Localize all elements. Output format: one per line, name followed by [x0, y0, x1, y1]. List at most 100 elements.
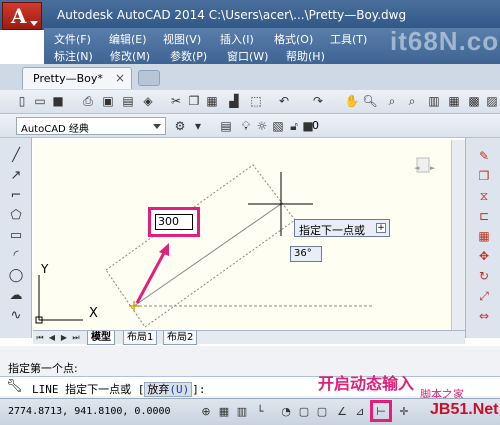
- spline-icon[interactable]: ∿: [8, 308, 24, 324]
- publish-icon[interactable]: ▤: [120, 93, 136, 109]
- offset-icon[interactable]: ⊏: [476, 208, 492, 224]
- application-menu-button[interactable]: A: [2, 2, 42, 30]
- new-tab-button[interactable]: [138, 70, 160, 86]
- tab-document-label: Pretty—Boy*: [33, 72, 103, 85]
- redo-icon[interactable]: ↷: [310, 93, 326, 109]
- rotate-icon[interactable]: ↻: [476, 268, 492, 284]
- copy-object-icon[interactable]: ❐: [476, 168, 492, 184]
- drawing-canvas[interactable]: ◄ ► Y X: [33, 140, 453, 330]
- tooltip-expand-button[interactable]: +: [376, 223, 386, 233]
- dynamic-input-button-highlight: [370, 400, 392, 422]
- zoom-window-icon[interactable]: ⌕: [384, 93, 400, 109]
- print-icon[interactable]: ⎙: [80, 93, 96, 109]
- prev-layout-icon[interactable]: ◀: [47, 332, 57, 343]
- tab-model[interactable]: 模型: [87, 331, 115, 345]
- menu-help[interactable]: 帮助(H): [286, 48, 325, 64]
- command-option-key: (U): [169, 383, 190, 396]
- current-layer[interactable]: 0: [312, 119, 319, 132]
- sheet-set-icon[interactable]: ▨: [484, 93, 500, 109]
- ucs-x-label: X: [89, 306, 98, 321]
- paste-icon[interactable]: ▦: [204, 93, 220, 109]
- snap-mode-icon[interactable]: ▦: [216, 404, 232, 420]
- block-editor-icon[interactable]: ⬚: [248, 93, 264, 109]
- open-file-icon[interactable]: ▭: [32, 93, 48, 109]
- cut-icon[interactable]: ✂: [168, 93, 184, 109]
- menu-insert[interactable]: 插入(I): [220, 31, 254, 47]
- undo-icon[interactable]: ↶: [276, 93, 292, 109]
- pan-icon[interactable]: ✋: [344, 93, 360, 109]
- zoom-previous-icon[interactable]: ⌕: [404, 93, 420, 109]
- dynamic-ucs-icon[interactable]: ⊿: [352, 404, 368, 420]
- zoom-realtime-icon[interactable]: 🔍︎: [362, 93, 378, 109]
- draw-toolbar: ╱ ↗ ⌐ ⬠ ▭ ◜ ◯ ☁ ∿: [0, 138, 32, 338]
- command-history: 指定第一个点:: [8, 362, 78, 375]
- move-icon[interactable]: ✥: [476, 248, 492, 264]
- match-properties-icon[interactable]: ▟: [226, 93, 242, 109]
- autocad-logo-icon: A: [11, 4, 27, 28]
- arc-icon[interactable]: ◜: [8, 248, 24, 264]
- tool-palettes-icon[interactable]: ▩: [466, 93, 482, 109]
- properties-icon[interactable]: ▥: [426, 93, 442, 109]
- tab-document[interactable]: Pretty—Boy* ×: [22, 67, 132, 89]
- copy-icon[interactable]: ❐: [186, 93, 202, 109]
- layout-tab-bar: ⏮ ◀ ▶ ⏭ 模型 布局1 布局2: [33, 330, 465, 345]
- menu-edit[interactable]: 编辑(E): [109, 31, 147, 47]
- gear-icon[interactable]: ⚙: [172, 118, 188, 134]
- mirror-icon[interactable]: ⧖: [476, 188, 492, 204]
- dynamic-prompt-tooltip: 指定下一点或 +: [294, 219, 390, 237]
- circle-icon[interactable]: ◯: [8, 268, 24, 284]
- save-icon[interactable]: ■: [50, 93, 66, 109]
- line-icon[interactable]: ╱: [8, 148, 24, 164]
- rectangle-icon[interactable]: ▭: [8, 228, 24, 244]
- last-layout-icon[interactable]: ⏭: [71, 332, 81, 343]
- layer-manager-icon[interactable]: ▤: [218, 118, 234, 134]
- tab-layout1[interactable]: 布局1: [123, 331, 158, 345]
- lightbulb-icon[interactable]: 💡︎: [238, 118, 254, 134]
- polar-tracking-icon[interactable]: ◔: [278, 404, 294, 420]
- infer-constraints-icon[interactable]: ⊕: [198, 404, 214, 420]
- array-icon[interactable]: ▦: [476, 228, 492, 244]
- dynamic-input-field[interactable]: 300: [155, 214, 193, 230]
- tab-layout2[interactable]: 布局2: [163, 331, 198, 345]
- menu-parameter[interactable]: 参数(P): [170, 48, 207, 64]
- erase-icon[interactable]: ✎: [476, 148, 492, 164]
- layer-vp-icon[interactable]: ▧: [270, 118, 286, 134]
- menu-view[interactable]: 视图(V): [163, 31, 201, 47]
- polygon-icon[interactable]: ⬠: [8, 208, 24, 224]
- scale-icon[interactable]: ⤢: [476, 288, 492, 304]
- menu-dimension[interactable]: 标注(N): [54, 48, 93, 64]
- sun-icon[interactable]: ☼: [254, 118, 270, 134]
- polyline-icon[interactable]: ⌐: [8, 188, 24, 204]
- svg-text:◄: ◄: [414, 164, 420, 172]
- menu-tools[interactable]: 工具(T): [330, 31, 367, 47]
- design-center-icon[interactable]: ▦: [446, 93, 462, 109]
- command-option-undo[interactable]: 放弃(U): [144, 382, 193, 397]
- ucs-y-label: Y: [41, 262, 49, 276]
- menu-modify[interactable]: 修改(M): [110, 48, 150, 64]
- show-lineweight-icon[interactable]: ✛: [396, 404, 412, 420]
- first-layout-icon[interactable]: ⏮: [35, 332, 45, 343]
- object-snap-icon[interactable]: ▢: [296, 404, 312, 420]
- object-snap-tracking-icon[interactable]: ∠: [334, 404, 350, 420]
- annotation-arrow-line: [135, 250, 167, 304]
- menu-window[interactable]: 窗口(W): [227, 48, 268, 64]
- new-file-icon[interactable]: ▯: [14, 93, 30, 109]
- next-layout-icon[interactable]: ▶: [59, 332, 69, 343]
- menu-format[interactable]: 格式(O): [274, 31, 313, 47]
- construction-line-icon[interactable]: ↗: [8, 168, 24, 184]
- ortho-mode-icon[interactable]: └: [252, 404, 268, 420]
- close-icon[interactable]: ×: [115, 71, 125, 85]
- vertical-scrollbar[interactable]: [451, 140, 465, 330]
- menu-file[interactable]: 文件(F): [54, 31, 91, 47]
- print-preview-icon[interactable]: ▣: [100, 93, 116, 109]
- wrench-icon[interactable]: 🔧︎: [6, 379, 23, 394]
- workspace-settings-icon[interactable]: ▾: [190, 118, 206, 134]
- 3d-osnap-icon[interactable]: ▢: [314, 404, 330, 420]
- stretch-icon[interactable]: ⇔: [476, 308, 492, 324]
- window-title: Autodesk AutoCAD 2014 C:\Users\acer\...\…: [57, 8, 407, 22]
- grid-display-icon[interactable]: ▥: [234, 404, 250, 420]
- revision-cloud-icon[interactable]: ☁: [8, 288, 24, 304]
- angle-input-field[interactable]: 36°: [290, 246, 322, 262]
- 3d-print-icon[interactable]: ◈: [140, 93, 156, 109]
- workspace-select[interactable]: AutoCAD 经典: [16, 117, 166, 135]
